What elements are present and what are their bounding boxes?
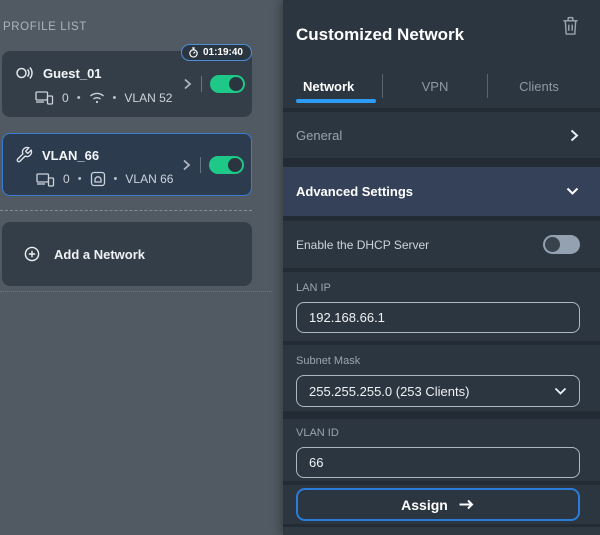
add-network-button[interactable]: Add a Network [2, 222, 252, 286]
dhcp-server-row: Enable the DHCP Server [283, 221, 600, 268]
next-section-partial [283, 527, 600, 535]
toggle-knob [229, 77, 243, 91]
general-section-row[interactable]: General [283, 112, 600, 158]
general-label: General [296, 127, 343, 143]
toggle-knob [545, 237, 560, 252]
separator-dot: • [112, 91, 117, 104]
lan-ip-label: LAN IP [296, 282, 331, 294]
assign-button[interactable]: Assign [296, 488, 580, 521]
client-count: 0 [63, 172, 70, 186]
panel-header: Customized Network Network VPN Clients [283, 0, 600, 108]
guest-timer-value: 01:19:40 [202, 47, 243, 58]
add-network-label: Add a Network [54, 246, 146, 262]
divider [200, 156, 201, 173]
customized-network-panel: Customized Network Network VPN Clients G… [283, 0, 600, 535]
stopwatch-icon [188, 47, 199, 58]
guest-timer-badge: 01:19:40 [180, 44, 252, 61]
port-icon [90, 171, 106, 187]
separator-dot: • [113, 173, 118, 185]
vlan-label: VLAN 52 [124, 90, 173, 105]
list-bottom-separator [0, 291, 272, 292]
toggle-knob [228, 157, 242, 172]
chevron-down-icon [565, 186, 580, 197]
client-count: 0 [62, 90, 69, 105]
chevron-right-icon[interactable] [181, 77, 193, 91]
tab-vpn[interactable]: VPN [383, 72, 487, 100]
devices-icon [36, 172, 55, 187]
vlan-label: VLAN 66 [125, 172, 174, 186]
network-settings-screen: PROFILE LIST 01:19:40 Guest_01 0 • • VLA… [0, 0, 600, 535]
devices-icon [35, 90, 54, 105]
lan-ip-section: LAN IP [283, 272, 600, 341]
lan-ip-input[interactable] [296, 302, 580, 333]
trash-icon[interactable] [561, 15, 580, 37]
advanced-settings-row[interactable]: Advanced Settings [283, 167, 600, 216]
subnet-mask-select[interactable]: 255.255.255.0 (253 Clients) [296, 375, 580, 407]
separator-dot: • [76, 91, 81, 104]
subnet-mask-label: Subnet Mask [296, 355, 361, 367]
guest-enabled-toggle[interactable] [210, 75, 245, 93]
network-name: Guest_01 [43, 65, 102, 81]
vlan66-enabled-toggle[interactable] [209, 155, 244, 174]
network-name: VLAN_66 [42, 147, 100, 163]
tab-network[interactable]: Network [296, 72, 382, 100]
vlan-id-section: VLAN ID [283, 419, 600, 481]
card-info: Guest_01 0 • • VLAN 52 [2, 51, 181, 117]
assign-button-label: Assign [401, 496, 448, 513]
wifi-icon [89, 91, 105, 104]
vlan-id-label: VLAN ID [296, 427, 339, 439]
subnet-mask-section: Subnet Mask 255.255.255.0 (253 Clients) [283, 345, 600, 411]
vlan-id-input[interactable] [296, 447, 580, 478]
subnet-mask-value: 255.255.255.0 (253 Clients) [309, 383, 470, 399]
active-tab-underline [296, 99, 376, 103]
dhcp-server-toggle[interactable] [543, 235, 580, 254]
card-info: VLAN_66 0 • • VLAN 66 [3, 134, 180, 195]
profile-list-title: PROFILE LIST [3, 21, 87, 33]
chevron-down-icon [554, 387, 567, 396]
network-card-guest01[interactable]: 01:19:40 Guest_01 0 • • VLAN 52 [2, 44, 252, 117]
tab-clients[interactable]: Clients [488, 72, 590, 100]
separator-dot: • [77, 173, 82, 185]
divider [201, 76, 202, 92]
network-card-vlan66[interactable]: VLAN_66 0 • • VLAN 66 [2, 133, 252, 196]
arrow-right-icon [458, 498, 475, 511]
panel-title: Customized Network [296, 25, 465, 44]
assign-section: Assign [283, 485, 600, 524]
chevron-right-icon[interactable] [180, 158, 192, 172]
profile-list-panel: PROFILE LIST 01:19:40 Guest_01 0 • • VLA… [0, 0, 283, 535]
guest-icon [14, 63, 34, 83]
wrench-icon [15, 146, 33, 164]
plus-circle-icon [24, 246, 40, 262]
dhcp-server-label: Enable the DHCP Server [296, 237, 430, 252]
list-separator [0, 210, 252, 211]
advanced-settings-label: Advanced Settings [296, 184, 414, 199]
panel-tabs: Network VPN Clients [296, 72, 590, 100]
chevron-right-icon [568, 128, 580, 143]
